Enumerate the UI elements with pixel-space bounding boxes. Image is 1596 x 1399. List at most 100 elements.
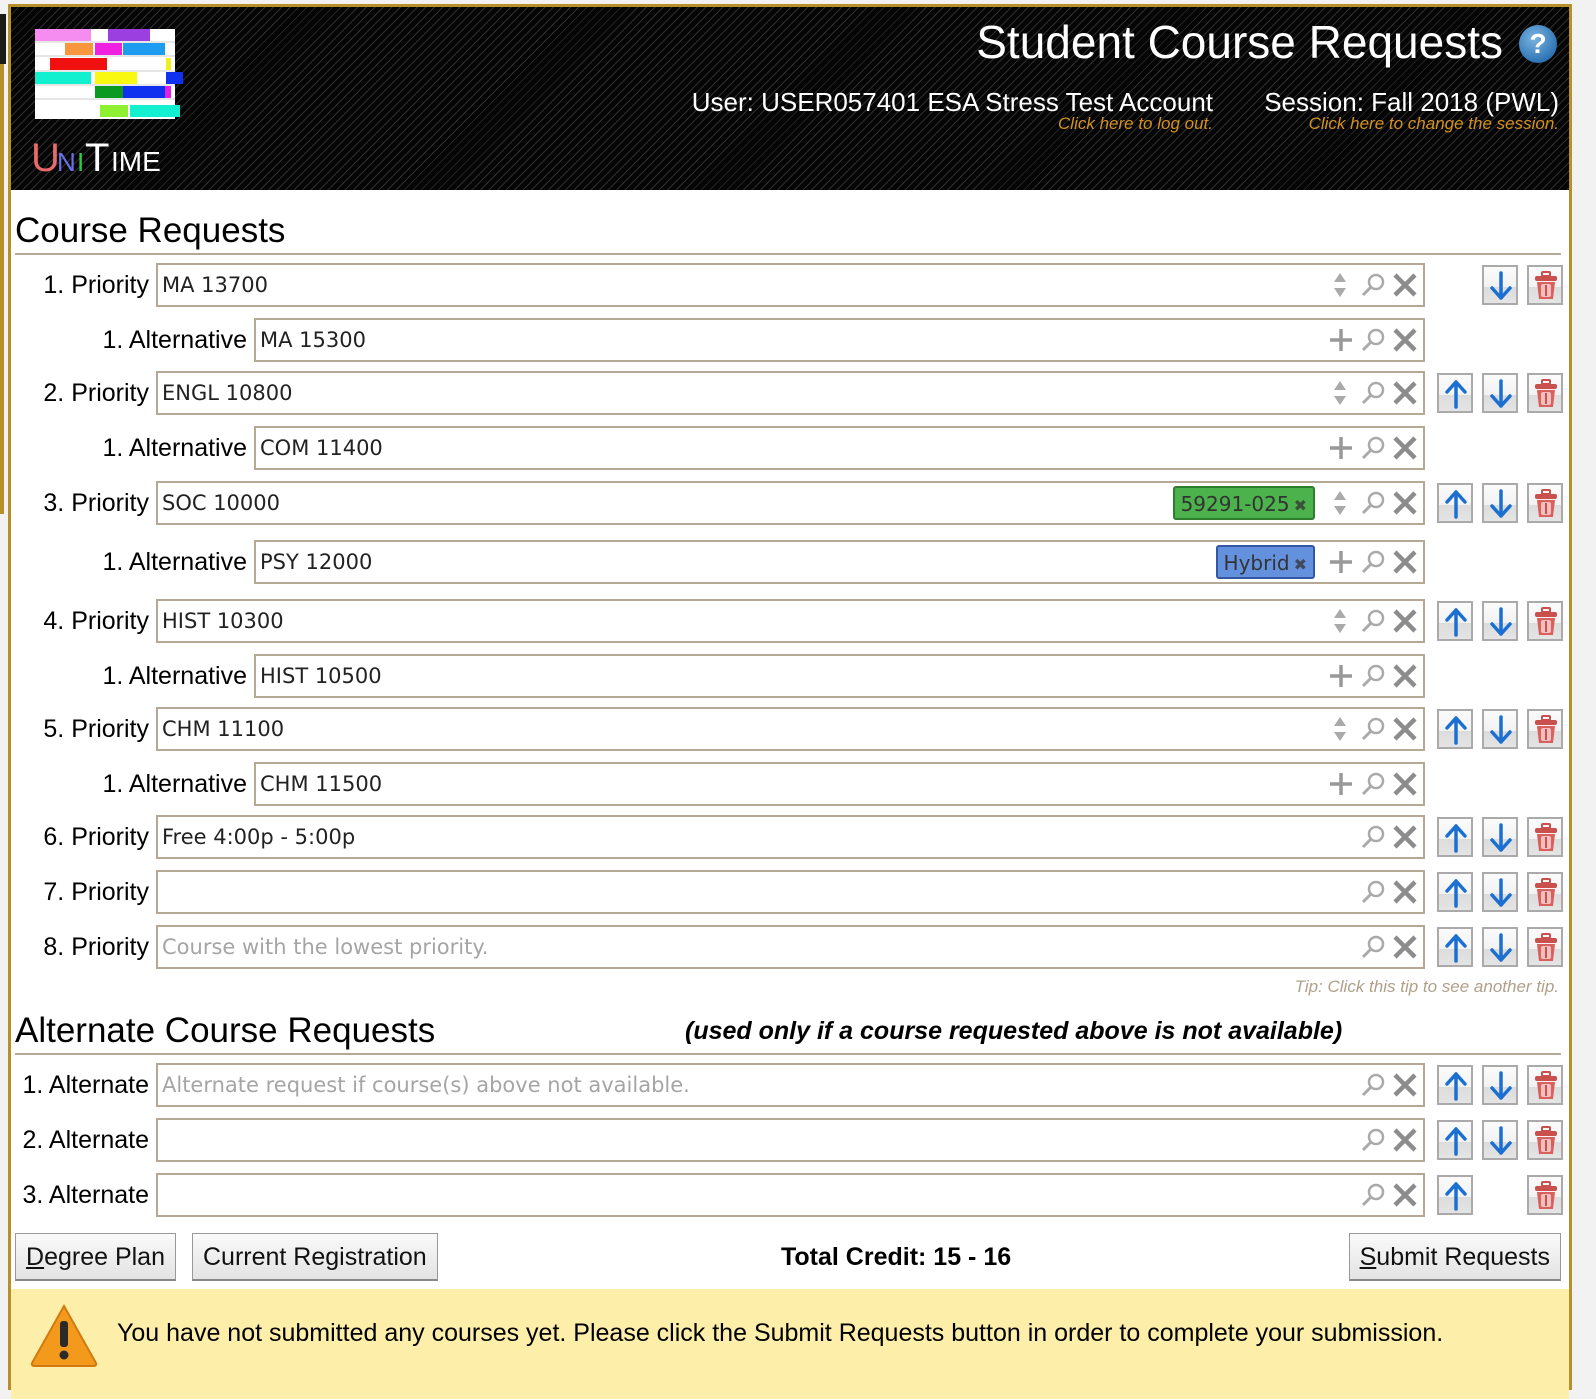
search-icon[interactable] <box>1357 320 1389 360</box>
course-input[interactable] <box>156 1173 1425 1217</box>
course-input[interactable] <box>156 1118 1425 1162</box>
submit-requests-button[interactable]: Submit Requests <box>1348 1233 1561 1281</box>
move-up-button[interactable] <box>1437 872 1473 912</box>
clear-icon[interactable] <box>1389 373 1421 413</box>
reorder-updown-icon[interactable] <box>1325 373 1357 413</box>
delete-button[interactable] <box>1527 709 1563 749</box>
move-down-button[interactable] <box>1482 483 1518 523</box>
search-icon[interactable] <box>1357 927 1389 967</box>
search-icon[interactable] <box>1357 373 1389 413</box>
move-up-button[interactable] <box>1437 601 1473 641</box>
move-down-button[interactable] <box>1482 872 1518 912</box>
delete-button[interactable] <box>1527 601 1563 641</box>
unitime-logo[interactable]: U N I T IME <box>23 21 183 181</box>
search-icon[interactable] <box>1357 428 1389 468</box>
move-down-button[interactable] <box>1482 1065 1518 1105</box>
clear-icon[interactable] <box>1389 428 1421 468</box>
delete-button[interactable] <box>1527 1065 1563 1105</box>
course-input[interactable]: CHM 11100 <box>156 707 1425 751</box>
clear-icon[interactable] <box>1389 601 1421 641</box>
search-icon[interactable] <box>1357 1175 1389 1215</box>
course-input[interactable]: ENGL 10800 <box>156 371 1425 415</box>
clear-icon[interactable] <box>1389 320 1421 360</box>
course-input[interactable]: SOC 10000 59291-025 ✖ <box>156 481 1425 525</box>
clear-icon[interactable] <box>1389 656 1421 696</box>
search-icon[interactable] <box>1357 265 1389 305</box>
move-up-button[interactable] <box>1437 373 1473 413</box>
move-up-button[interactable] <box>1437 1065 1473 1105</box>
course-input[interactable]: Free 4:00p - 5:00p <box>156 815 1425 859</box>
add-alternative-icon[interactable] <box>1325 656 1357 696</box>
course-input[interactable] <box>156 870 1425 914</box>
move-down-button[interactable] <box>1482 265 1518 305</box>
chip-remove-icon[interactable]: ✖ <box>1294 555 1307 574</box>
preference-chip[interactable]: Hybrid ✖ <box>1215 545 1315 579</box>
logout-link[interactable]: Click here to log out. <box>692 115 1213 132</box>
delete-button[interactable] <box>1527 927 1563 967</box>
course-input[interactable]: Course with the lowest priority. <box>156 925 1425 969</box>
add-alternative-icon[interactable] <box>1325 320 1357 360</box>
move-up-button[interactable] <box>1437 817 1473 857</box>
add-alternative-icon[interactable] <box>1325 428 1357 468</box>
search-icon[interactable] <box>1357 709 1389 749</box>
preference-chip[interactable]: 59291-025 ✖ <box>1172 486 1315 520</box>
clear-icon[interactable] <box>1389 817 1421 857</box>
search-icon[interactable] <box>1357 764 1389 804</box>
add-alternative-icon[interactable] <box>1325 764 1357 804</box>
course-input[interactable]: HIST 10300 <box>156 599 1425 643</box>
delete-button[interactable] <box>1527 483 1563 523</box>
delete-button[interactable] <box>1527 265 1563 305</box>
search-icon[interactable] <box>1357 656 1389 696</box>
chip-remove-icon[interactable]: ✖ <box>1294 496 1307 515</box>
reorder-updown-icon[interactable] <box>1325 709 1357 749</box>
clear-icon[interactable] <box>1389 1120 1421 1160</box>
search-icon[interactable] <box>1357 817 1389 857</box>
course-input[interactable]: HIST 10500 <box>254 654 1425 698</box>
move-down-button[interactable] <box>1482 601 1518 641</box>
delete-button[interactable] <box>1527 373 1563 413</box>
course-input[interactable]: Alternate request if course(s) above not… <box>156 1063 1425 1107</box>
delete-button[interactable] <box>1527 872 1563 912</box>
reorder-updown-icon[interactable] <box>1325 265 1357 305</box>
move-down-button[interactable] <box>1482 817 1518 857</box>
search-icon[interactable] <box>1357 542 1389 582</box>
clear-icon[interactable] <box>1389 483 1421 523</box>
change-session-link[interactable]: Click here to change the session. <box>1264 115 1559 132</box>
move-up-button[interactable] <box>1437 483 1473 523</box>
search-icon[interactable] <box>1357 1120 1389 1160</box>
current-registration-button[interactable]: Current Registration <box>192 1233 438 1281</box>
tip-link[interactable]: Tip: Click this tip to see another tip. <box>1295 977 1559 997</box>
course-input[interactable]: MA 13700 <box>156 263 1425 307</box>
course-input[interactable]: COM 11400 <box>254 426 1425 470</box>
search-icon[interactable] <box>1357 872 1389 912</box>
move-down-button[interactable] <box>1482 1120 1518 1160</box>
help-icon[interactable]: ? <box>1519 25 1557 63</box>
clear-icon[interactable] <box>1389 764 1421 804</box>
search-icon[interactable] <box>1357 601 1389 641</box>
delete-button[interactable] <box>1527 1175 1563 1215</box>
search-icon[interactable] <box>1357 1065 1389 1105</box>
delete-button[interactable] <box>1527 1120 1563 1160</box>
move-up-button[interactable] <box>1437 927 1473 967</box>
course-input[interactable]: MA 15300 <box>254 318 1425 362</box>
reorder-updown-icon[interactable] <box>1325 601 1357 641</box>
course-input[interactable]: CHM 11500 <box>254 762 1425 806</box>
move-down-button[interactable] <box>1482 709 1518 749</box>
search-icon[interactable] <box>1357 483 1389 523</box>
add-alternative-icon[interactable] <box>1325 542 1357 582</box>
clear-icon[interactable] <box>1389 265 1421 305</box>
move-down-button[interactable] <box>1482 373 1518 413</box>
clear-icon[interactable] <box>1389 1175 1421 1215</box>
reorder-updown-icon[interactable] <box>1325 483 1357 523</box>
clear-icon[interactable] <box>1389 872 1421 912</box>
move-up-button[interactable] <box>1437 709 1473 749</box>
clear-icon[interactable] <box>1389 1065 1421 1105</box>
delete-button[interactable] <box>1527 817 1563 857</box>
clear-icon[interactable] <box>1389 927 1421 967</box>
move-up-button[interactable] <box>1437 1120 1473 1160</box>
clear-icon[interactable] <box>1389 542 1421 582</box>
course-input[interactable]: PSY 12000 Hybrid ✖ <box>254 540 1425 584</box>
clear-icon[interactable] <box>1389 709 1421 749</box>
degree-plan-button[interactable]: Degree Plan <box>15 1233 176 1281</box>
move-down-button[interactable] <box>1482 927 1518 967</box>
